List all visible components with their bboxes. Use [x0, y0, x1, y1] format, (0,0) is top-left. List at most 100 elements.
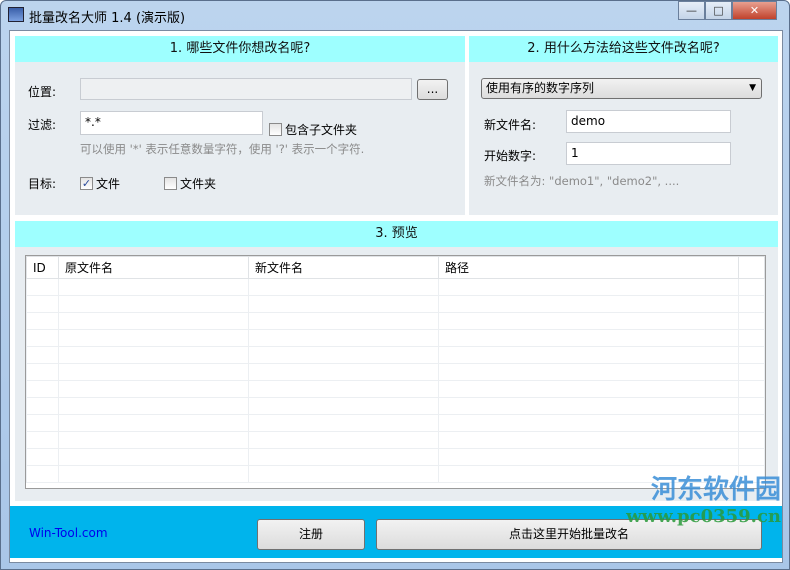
include-subfolders-checkbox[interactable]: 包含子文件夹: [269, 121, 357, 138]
table-cell: [26, 295, 59, 313]
table-row: [26, 380, 765, 398]
table-cell: [438, 465, 739, 483]
target-files-checkbox[interactable]: ✓ 文件: [80, 175, 120, 192]
panel-files: 1. 哪些文件你想改名呢? 位置: ... 过滤: *.* 包含子文件夹 可以使…: [15, 36, 465, 215]
table-row: [26, 397, 765, 415]
table-cell: [438, 278, 739, 296]
table-cell: [738, 346, 765, 364]
start-number-input[interactable]: 1: [566, 142, 731, 165]
table-cell: [438, 397, 739, 415]
table-row: [26, 431, 765, 449]
table-cell: [26, 363, 59, 381]
col-id[interactable]: ID: [26, 256, 59, 279]
table-cell: [26, 329, 59, 347]
table-cell: [738, 329, 765, 347]
watermark-url: www.pc0359.cn: [626, 506, 781, 527]
client-area: 1. 哪些文件你想改名呢? 位置: ... 过滤: *.* 包含子文件夹 可以使…: [9, 30, 783, 563]
table-cell: [58, 295, 249, 313]
table-cell: [438, 380, 739, 398]
register-button[interactable]: 注册: [257, 519, 365, 550]
window-title: 批量改名大师 1.4 (演示版): [29, 11, 186, 26]
table-cell: [248, 431, 439, 449]
table-cell: [58, 397, 249, 415]
table-row: [26, 295, 765, 313]
maximize-button[interactable]: □: [705, 1, 732, 20]
table-cell: [248, 329, 439, 347]
table-cell: [26, 346, 59, 364]
table-row: [26, 278, 765, 296]
close-button[interactable]: ✕: [732, 1, 777, 20]
table-cell: [248, 380, 439, 398]
table-cell: [738, 295, 765, 313]
table-cell: [58, 414, 249, 432]
table-cell: [738, 414, 765, 432]
table-cell: [438, 329, 739, 347]
table-cell: [738, 431, 765, 449]
table-cell: [248, 278, 439, 296]
method-dropdown[interactable]: 使用有序的数字序列 ▼: [481, 78, 762, 99]
filter-input[interactable]: *.*: [80, 111, 263, 135]
table-cell: [26, 397, 59, 415]
table-cell: [58, 312, 249, 330]
col-filler: [738, 256, 765, 279]
filter-label: 过滤:: [28, 118, 57, 132]
website-link[interactable]: Win-Tool.com: [29, 526, 108, 540]
table-row: [26, 448, 765, 466]
newname-input[interactable]: demo: [566, 110, 731, 133]
checkbox-icon: [164, 177, 177, 190]
table-cell: [248, 363, 439, 381]
table-cell: [438, 346, 739, 364]
app-icon: [8, 7, 24, 22]
dropdown-arrow-icon: ▼: [749, 83, 756, 93]
table-cell: [58, 363, 249, 381]
browse-button[interactable]: ...: [417, 79, 448, 100]
col-path[interactable]: 路径: [438, 256, 739, 279]
table-cell: [26, 448, 59, 466]
table-cell: [58, 329, 249, 347]
minimize-button[interactable]: —: [678, 1, 705, 20]
table-cell: [438, 414, 739, 432]
col-original-name[interactable]: 原文件名: [58, 256, 249, 279]
table-cell: [738, 397, 765, 415]
table-cell: [248, 448, 439, 466]
newname-preview-hint: 新文件名为: "demo1", "demo2", ....: [484, 174, 680, 188]
table-cell: [738, 380, 765, 398]
table-row: [26, 414, 765, 432]
location-input[interactable]: [80, 78, 412, 100]
table-cell: [738, 448, 765, 466]
table-cell: [438, 448, 739, 466]
location-label: 位置:: [28, 85, 57, 99]
target-folders-checkbox[interactable]: 文件夹: [164, 175, 216, 192]
table-cell: [248, 397, 439, 415]
table-row: [26, 312, 765, 330]
table-cell: [738, 312, 765, 330]
table-row: [26, 465, 765, 483]
table-cell: [438, 431, 739, 449]
table-cell: [738, 465, 765, 483]
table-cell: [58, 346, 249, 364]
preview-table[interactable]: ID 原文件名 新文件名 路径: [25, 255, 766, 489]
table-cell: [248, 346, 439, 364]
checkbox-icon: [269, 123, 282, 136]
table-cell: [26, 278, 59, 296]
table-row: [26, 346, 765, 364]
method-selected: 使用有序的数字序列: [486, 81, 595, 95]
panel-preview: 3. 预览 ID 原文件名 新文件名 路径: [15, 221, 778, 501]
table-cell: [26, 414, 59, 432]
panel-preview-header: 3. 预览: [15, 221, 778, 247]
table-cell: [438, 363, 739, 381]
table-cell: [58, 431, 249, 449]
table-cell: [58, 278, 249, 296]
panel-method-header: 2. 用什么方法给这些文件改名呢?: [469, 36, 778, 62]
table-row: [26, 329, 765, 347]
table-cell: [248, 295, 439, 313]
table-header: ID 原文件名 新文件名 路径: [26, 256, 765, 279]
table-cell: [438, 312, 739, 330]
table-cell: [248, 414, 439, 432]
target-label: 目标:: [28, 177, 57, 191]
panel-files-header: 1. 哪些文件你想改名呢?: [15, 36, 465, 62]
checkmark-icon: ✓: [80, 177, 93, 190]
col-new-name[interactable]: 新文件名: [248, 256, 439, 279]
start-number-label: 开始数字:: [484, 149, 537, 163]
app-window: 批量改名大师 1.4 (演示版) — □ ✕ 1. 哪些文件你想改名呢? 位置:…: [0, 0, 790, 570]
